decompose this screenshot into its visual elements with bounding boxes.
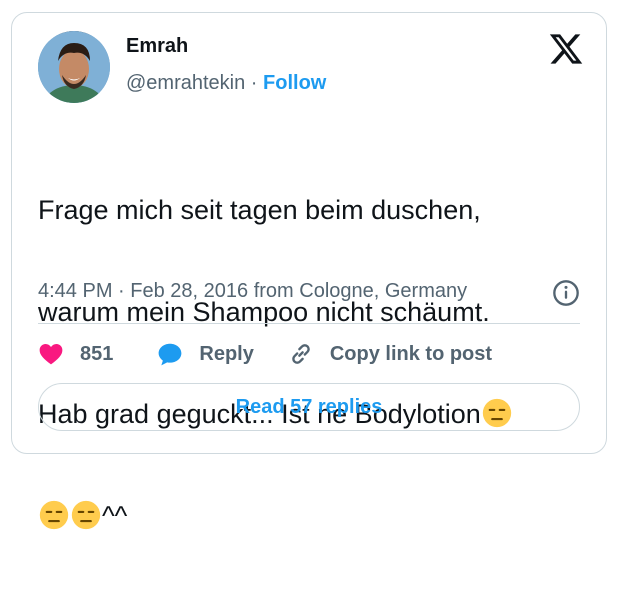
meta-separator: ·: [112, 280, 131, 302]
like-button[interactable]: 851: [38, 341, 113, 367]
handle-separator: ·: [245, 72, 264, 94]
reply-button[interactable]: Reply: [157, 341, 254, 367]
link-icon: [292, 344, 310, 364]
follow-button[interactable]: Follow: [263, 72, 326, 94]
action-bar: 851 Reply Copy link to post: [38, 335, 492, 373]
avatar-image: [38, 31, 110, 103]
tweet-line-text: ^^: [102, 501, 128, 531]
tweet-meta: 4:44 PM · Feb 28, 2016 from Cologne, Ger…: [38, 280, 467, 303]
copy-link-button[interactable]: Copy link to post: [288, 341, 492, 367]
read-replies-button[interactable]: Read 57 replies: [38, 383, 580, 431]
tweet-time[interactable]: 4:44 PM: [38, 280, 112, 302]
divider: [38, 323, 580, 324]
author-handle-row: @emrahtekin · Follow: [126, 72, 326, 95]
reply-bubble-icon: [159, 343, 182, 366]
info-icon[interactable]: [552, 279, 580, 307]
expressionless-face-icon: [71, 500, 101, 530]
tweet-date[interactable]: Feb 28, 2016: [130, 280, 248, 302]
tweet-line: Frage mich seit tagen beim duschen,: [38, 195, 481, 225]
tweet-card: Emrah @emrahtekin · Follow Frage mich se…: [11, 12, 607, 531]
read-replies-label: Read 57 replies: [235, 395, 383, 418]
tweet-location: from Cologne, Germany: [248, 280, 468, 302]
avatar[interactable]: [38, 31, 110, 103]
expressionless-face-icon: [39, 500, 69, 530]
author-handle[interactable]: @emrahtekin: [126, 72, 245, 94]
reply-label: Reply: [199, 342, 254, 365]
tweet-line: ^^: [38, 499, 598, 533]
copy-link-label: Copy link to post: [329, 342, 493, 365]
author-name[interactable]: Emrah: [126, 35, 188, 58]
x-logo-icon[interactable]: [548, 31, 584, 67]
like-count: 851: [80, 342, 114, 365]
heart-icon: [39, 344, 63, 365]
